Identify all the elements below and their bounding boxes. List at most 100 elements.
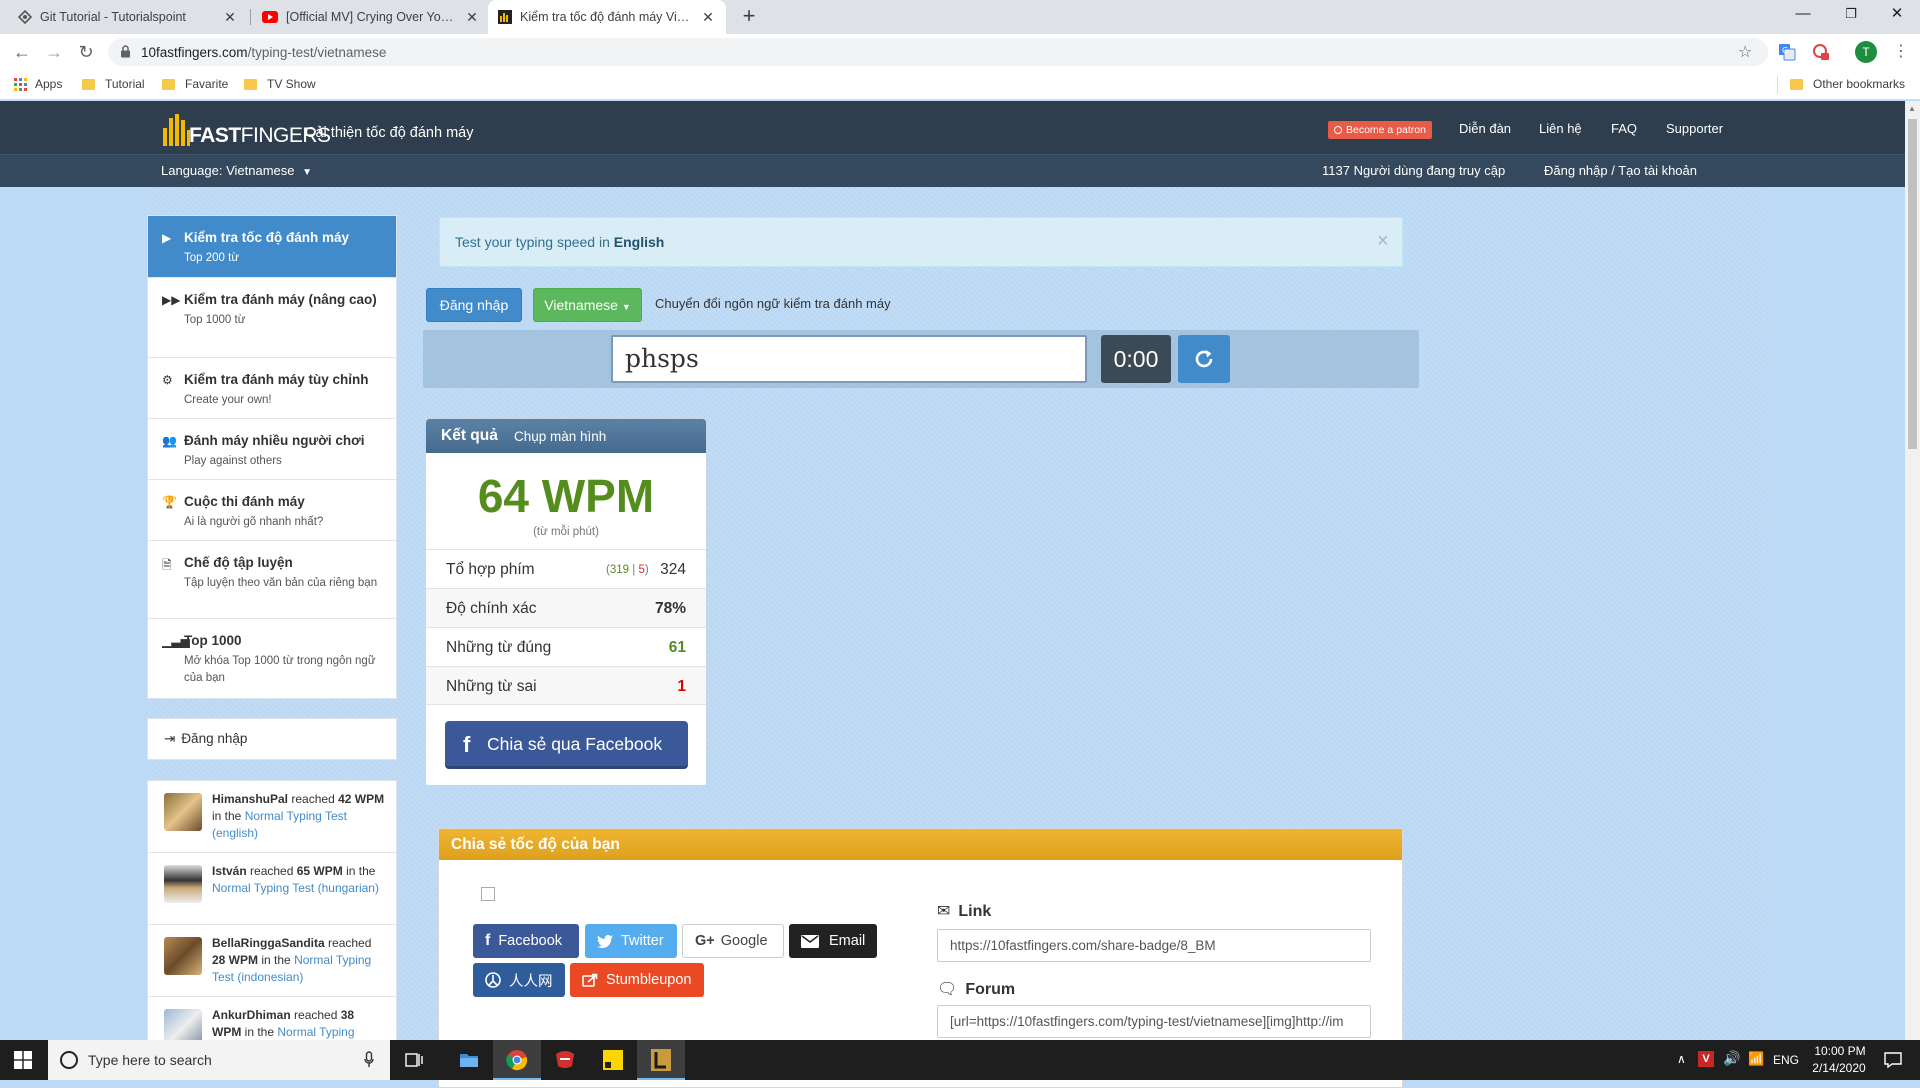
bookmark-tutorial[interactable]: Tutorial (82, 77, 145, 91)
lock-icon[interactable] (120, 45, 131, 58)
avatar[interactable] (164, 793, 202, 831)
clock-date[interactable]: 2/14/2020 (1806, 1061, 1872, 1075)
sidebar-item-competition[interactable]: 🏆 Cuộc thi đánh máy Ai là người gõ nhanh… (148, 480, 396, 541)
folder-icon (244, 78, 257, 90)
task-view-icon[interactable] (405, 1051, 425, 1069)
clock-time[interactable]: 10:00 PM (1812, 1044, 1868, 1058)
minimize-window-button[interactable]: — (1780, 0, 1826, 30)
file-explorer-icon (458, 1050, 480, 1070)
page-scrollbar[interactable]: ▲ (1905, 101, 1920, 1040)
share-google-button[interactable]: G+ Google (682, 924, 784, 958)
feed-test-link[interactable]: Normal Typing Test (hungarian) (212, 881, 379, 895)
other-bookmarks[interactable]: Other bookmarks (1790, 77, 1905, 91)
share-facebook-button[interactable]: f Facebook (473, 924, 579, 958)
browser-tab-youtube[interactable]: [Official MV] Crying Over You - Ju ✕ (252, 0, 490, 34)
share-link-field[interactable]: https://10fastfingers.com/share-badge/8_… (937, 929, 1371, 962)
back-button[interactable]: ← (10, 40, 34, 64)
unikey-v-icon[interactable]: V (1698, 1051, 1714, 1067)
profile-avatar[interactable]: T (1855, 41, 1877, 63)
nav-supporter[interactable]: Supporter (1666, 121, 1723, 136)
alert-close-button[interactable]: × (1377, 230, 1389, 253)
bookmark-apps[interactable]: Apps (14, 77, 62, 91)
volume-icon[interactable]: 🔊 (1723, 1050, 1740, 1067)
share-forum-field[interactable]: [url=https://10fastfingers.com/typing-te… (937, 1005, 1371, 1038)
sidebar-item-multiplayer[interactable]: 👥 Đánh máy nhiều người chơi Play against… (148, 419, 396, 480)
menu-kebab-icon[interactable]: ⋮ (1893, 41, 1909, 61)
new-tab-button[interactable]: + (738, 5, 760, 28)
screenshot-link[interactable]: Chụp màn hình (514, 429, 606, 444)
share-renren-button[interactable]: 人人网 (473, 963, 565, 997)
nav-contact[interactable]: Liên hệ (1539, 121, 1582, 136)
translate-extension-icon[interactable]: G (1778, 43, 1796, 61)
browser-tab-10fastfingers[interactable]: Kiểm tra tốc độ đánh máy Vietna ✕ (488, 0, 726, 34)
close-window-button[interactable]: ✕ (1874, 0, 1920, 30)
close-tab-icon[interactable]: ✕ (464, 9, 480, 26)
sidebar-item-sub: Ai là người gõ nhanh nhất? (184, 516, 324, 528)
avatar[interactable] (164, 937, 202, 975)
nav-forum[interactable]: Diễn đàn (1459, 121, 1511, 136)
share-email-button[interactable]: Email (789, 924, 877, 958)
avatar[interactable] (164, 1009, 202, 1041)
microphone-icon[interactable] (364, 1051, 374, 1068)
close-tab-icon[interactable]: ✕ (222, 9, 238, 26)
bookmark-favarite[interactable]: Favarite (162, 77, 228, 91)
language-select-button[interactable]: Vietnamese ▼ (533, 288, 642, 322)
browser-tab-tutorialspoint[interactable]: Git Tutorial - Tutorialspoint ✕ (8, 0, 248, 34)
tab-title: [Official MV] Crying Over You - Ju (286, 10, 458, 24)
restore-window-button[interactable]: ❐ (1828, 0, 1874, 30)
folder-icon (82, 78, 95, 90)
url-text: 10fastfingers.com/typing-test/vietnamese (141, 45, 386, 60)
taskbar-app-league[interactable] (637, 1040, 685, 1080)
scrollbar-thumb[interactable] (1908, 119, 1917, 449)
feed-user[interactable]: HimanshuPal (212, 792, 288, 806)
login-button[interactable]: Đăng nhập (426, 288, 522, 322)
patreon-icon (1334, 126, 1342, 134)
sidebar-item-sub: Play against others (184, 455, 282, 467)
sidebar-item-advanced[interactable]: ▶▶ Kiểm tra đánh máy (nâng cao) Top 1000… (148, 278, 396, 358)
bookmark-star-icon[interactable]: ☆ (1738, 42, 1752, 62)
feed-user[interactable]: BellaRinggaSandita (212, 936, 325, 950)
taskbar-app-garena[interactable] (541, 1040, 589, 1080)
feed-wpm: 28 WPM (212, 953, 259, 967)
sidebar-login-label: Đăng nhập (181, 731, 248, 746)
login-register-link[interactable]: Đăng nhập / Tạo tài khoản (1544, 163, 1697, 178)
taskbar-app-chrome[interactable] (493, 1040, 541, 1080)
comments-icon: 🗨 (937, 981, 958, 998)
tray-expand-icon[interactable]: ∧ (1677, 1052, 1686, 1066)
typing-input[interactable]: phsps (611, 335, 1087, 383)
reload-button[interactable]: ↻ (74, 40, 98, 64)
patreon-button[interactable]: Become a patron (1328, 121, 1432, 139)
input-language[interactable]: ENG (1773, 1053, 1799, 1067)
windows-start-icon[interactable] (14, 1051, 32, 1069)
restart-button[interactable] (1178, 335, 1230, 383)
sidebar-item-practice[interactable]: 🗎 Chế độ tập luyện Tập luyện theo văn bả… (148, 541, 396, 619)
scroll-up-icon[interactable]: ▲ (1908, 104, 1916, 113)
taskbar-app-files[interactable] (445, 1040, 493, 1080)
close-tab-icon[interactable]: ✕ (700, 9, 716, 26)
sidebar-item-top1000[interactable]: ▁▃▅ Top 1000 Mở khóa Top 1000 từ trong n… (148, 619, 396, 697)
sidebar-item-custom[interactable]: ⚙ Kiểm tra đánh máy tùy chỉnh Create you… (148, 358, 396, 419)
bookmark-tv-show[interactable]: TV Show (244, 77, 316, 91)
avatar[interactable] (164, 865, 202, 903)
extension-badge-icon[interactable] (1812, 43, 1830, 61)
feed-test-link[interactable]: Normal Typing (277, 1025, 354, 1039)
feed-user[interactable]: AnkurDhiman (212, 1008, 291, 1022)
address-bar[interactable]: 10fastfingers.com/typing-test/vietnamese… (108, 38, 1768, 66)
envelope-icon (801, 934, 819, 948)
share-twitter-button[interactable]: Twitter (585, 924, 677, 958)
language-dropdown[interactable]: Language: Vietnamese ▼ (161, 163, 312, 178)
notifications-icon[interactable] (1884, 1051, 1902, 1069)
share-stumbleupon-button[interactable]: Stumbleupon (570, 963, 704, 997)
wifi-icon[interactable]: 📶 (1748, 1051, 1764, 1067)
alert-language-link[interactable]: English (614, 234, 665, 250)
nav-faq[interactable]: FAQ (1611, 121, 1637, 136)
keystrokes-sep: | (632, 564, 636, 576)
taskbar-app-sticky-notes[interactable] (589, 1040, 637, 1080)
sidebar-item-sub: Create your own! (184, 394, 272, 406)
sidebar-item-typing-test[interactable]: ▶ Kiểm tra tốc độ đánh máy Top 200 từ (148, 216, 396, 278)
taskbar-search-box[interactable]: Type here to search (48, 1040, 390, 1080)
forward-button[interactable]: → (42, 40, 66, 64)
facebook-share-button[interactable]: f Chia sẻ qua Facebook (445, 721, 688, 769)
feed-user[interactable]: István (212, 864, 247, 878)
sidebar-login[interactable]: ⇥ Đăng nhập (147, 718, 397, 760)
